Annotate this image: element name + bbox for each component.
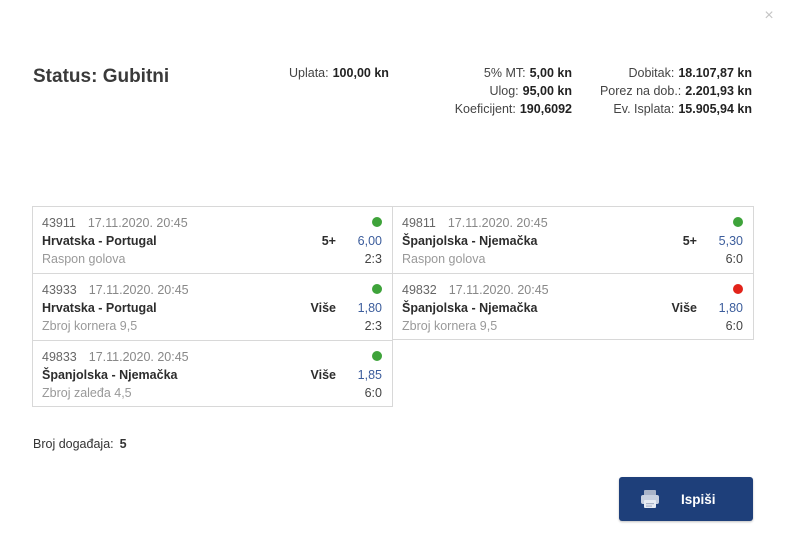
print-button[interactable]: Ispiši <box>619 477 753 521</box>
close-icon[interactable]: × <box>762 7 776 25</box>
event-odd: 5,30 <box>718 234 743 248</box>
uplata-label: Uplata: <box>289 66 329 80</box>
event-market: Zbroj kornera 9,5 <box>42 319 138 333</box>
event-odd: 1,85 <box>357 368 382 382</box>
event-cell: 43933 17.11.2020. 20:45 Hrvatska - Portug… <box>32 273 393 340</box>
event-tip: Više <box>310 368 337 382</box>
status-dot-icon <box>372 351 382 361</box>
status-dot-icon <box>372 284 382 294</box>
event-market: Zbroj kornera 9,5 <box>402 319 498 333</box>
event-odd: 1,80 <box>718 301 743 315</box>
event-market: Raspon golova <box>42 252 126 266</box>
status-dot-icon <box>372 217 382 227</box>
event-datetime: 17.11.2020. 20:45 <box>447 216 548 230</box>
event-result: 2:3 <box>364 252 382 266</box>
status-dot-icon <box>733 284 743 294</box>
uplata-value: 100,00 kn <box>332 66 389 80</box>
event-result: 2:3 <box>364 319 382 333</box>
porez-value: 2.201,93 kn <box>685 84 752 98</box>
event-code: 49832 <box>402 283 437 297</box>
status-dot-icon <box>733 217 743 227</box>
event-tip: 5+ <box>321 234 336 248</box>
event-result: 6:0 <box>725 252 743 266</box>
summary-porez: Porez na dob.: 2.201,93 kn <box>600 84 752 98</box>
print-button-label: Ispiši <box>681 491 716 507</box>
event-datetime: 17.11.2020. 20:45 <box>448 283 549 297</box>
koeficijent-label: Koeficijent: <box>454 102 516 116</box>
event-odd: 6,00 <box>357 234 382 248</box>
isplata-value: 15.905,94 kn <box>678 102 752 116</box>
event-datetime: 17.11.2020. 20:45 <box>88 350 189 364</box>
event-code: 43933 <box>42 283 77 297</box>
summary-uplata: Uplata: 100,00 kn <box>289 66 389 80</box>
event-count-label: Broj događaja: <box>33 437 114 451</box>
summary-koeficijent: Koeficijent: 190,6092 <box>455 102 572 116</box>
koeficijent-value: 190,6092 <box>519 102 572 116</box>
event-code: 49811 <box>402 216 436 230</box>
event-tip: Više <box>671 301 698 315</box>
event-cell: 49811 17.11.2020. 20:45 Španjolska - Njem… <box>393 206 754 273</box>
event-result: 6:0 <box>725 319 743 333</box>
event-code: 43911 <box>42 216 76 230</box>
porez-label: Porez na dob.: <box>599 84 682 98</box>
event-tip: Više <box>310 301 337 315</box>
event-count: Broj događaja: 5 <box>33 437 127 451</box>
ulog-value: 95,00 kn <box>522 84 572 98</box>
event-datetime: 17.11.2020. 20:45 <box>87 216 188 230</box>
status-value: Gubitni <box>102 66 170 87</box>
event-tip: 5+ <box>682 234 697 248</box>
summary-ulog: Ulog: 95,00 kn <box>489 84 572 98</box>
ticket-details-modal: × Status: Gubitni Uplata: 100,00 kn 5% MT… <box>0 0 786 551</box>
summary-mt: 5% MT: 5,00 kn <box>484 66 572 80</box>
summary-dobitak: Dobitak: 18.107,87 kn <box>628 66 752 80</box>
empty-cell <box>393 340 754 407</box>
summary-isplata: Ev. Isplata: 15.905,94 kn <box>613 102 752 116</box>
event-datetime: 17.11.2020. 20:45 <box>88 283 189 297</box>
event-market: Raspon golova <box>402 252 486 266</box>
event-count-value: 5 <box>119 437 127 451</box>
status-label: Status: <box>33 66 98 87</box>
event-result: 6:0 <box>364 386 382 400</box>
printer-icon <box>641 490 659 508</box>
events-table: 43911 17.11.2020. 20:45 Hrvatska - Portug… <box>32 206 754 407</box>
dobitak-value: 18.107,87 kn <box>678 66 752 80</box>
event-code: 49833 <box>42 350 77 364</box>
mt-label: 5% MT: <box>483 66 526 80</box>
event-odd: 1,80 <box>357 301 382 315</box>
event-cell: 49832 17.11.2020. 20:45 Španjolska - Njem… <box>393 273 754 340</box>
dobitak-label: Dobitak: <box>628 66 675 80</box>
event-cell: 49833 17.11.2020. 20:45 Španjolska - Njem… <box>32 340 393 407</box>
page-title: Status: Gubitni <box>33 66 169 88</box>
ulog-label: Ulog: <box>489 84 519 98</box>
event-market: Zbroj zaleđa 4,5 <box>42 386 132 400</box>
event-cell: 43911 17.11.2020. 20:45 Hrvatska - Portug… <box>32 206 393 273</box>
mt-value: 5,00 kn <box>529 66 572 80</box>
isplata-label: Ev. Isplata: <box>613 102 675 116</box>
